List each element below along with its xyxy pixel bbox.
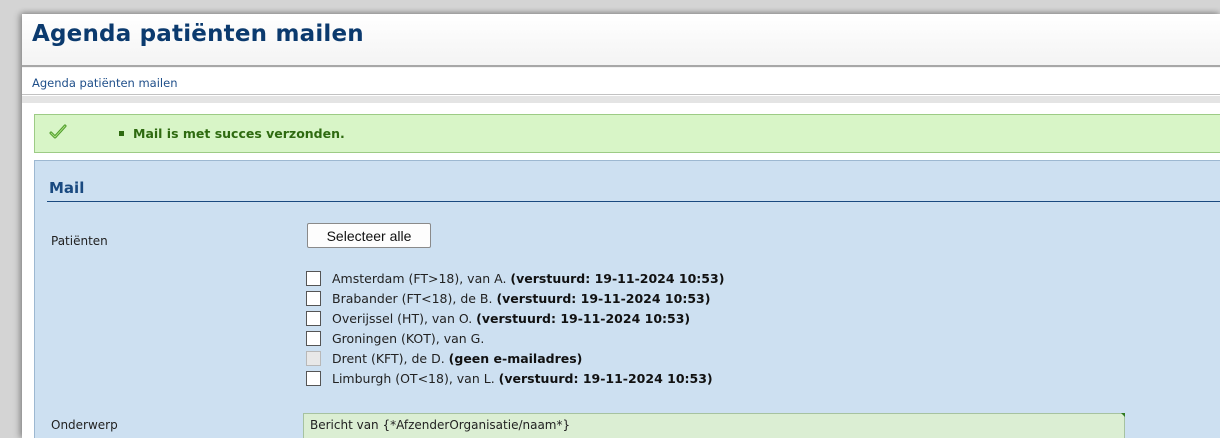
field-corner-marker (1121, 413, 1125, 417)
patient-status: (verstuurd: 19-11-2024 10:53) (498, 370, 713, 386)
patient-status: (geen e-mailadres) (448, 350, 583, 366)
patient-checkbox[interactable] (306, 310, 321, 326)
title-divider (22, 65, 1220, 67)
success-text: Mail is met succes verzonden. (133, 126, 345, 141)
checkmark-icon (49, 124, 67, 139)
patient-row[interactable]: Limburgh (OT<18), van L. (verstuurd: 19-… (306, 368, 724, 388)
patients-list: Amsterdam (FT>18), van A. (verstuurd: 19… (306, 268, 724, 388)
patient-row: Drent (KFT), de D. (geen e-mailadres) (306, 348, 724, 368)
patient-checkbox[interactable] (306, 270, 321, 286)
select-all-button[interactable]: Selecteer alle (307, 223, 431, 248)
patient-name: Limburgh (OT<18), van L. (332, 370, 499, 386)
title-bar: Agenda patiënten mailen (22, 14, 1220, 68)
breadcrumb-link[interactable]: Agenda patiënten mailen (32, 76, 177, 90)
page-title: Agenda patiënten mailen (32, 21, 364, 47)
patient-row[interactable]: Brabander (FT<18), de B. (verstuurd: 19-… (306, 288, 724, 308)
divider (22, 96, 1220, 103)
mail-form: Mail Patiënten Selecteer alle Amsterdam … (34, 160, 1220, 438)
patient-checkbox[interactable] (306, 330, 321, 346)
app-window: Agenda patiënten mailen Agenda patiënten… (22, 14, 1220, 438)
patient-status: (verstuurd: 19-11-2024 10:53) (476, 310, 691, 326)
section-heading: Mail (49, 179, 85, 197)
patient-name: Overijssel (HT), van O. (332, 310, 477, 326)
subject-input[interactable]: Bericht van {*AfzenderOrganisatie/naam*} (303, 413, 1125, 438)
subject-label: Onderwerp (51, 418, 118, 432)
patient-name: Brabander (FT<18), de B. (332, 290, 497, 306)
success-message: Mail is met succes verzonden. (34, 114, 1220, 153)
patient-row[interactable]: Amsterdam (FT>18), van A. (verstuurd: 19… (306, 268, 724, 288)
section-divider (47, 201, 1220, 202)
patient-name: Groningen (KOT), van G. (332, 330, 485, 346)
patient-row[interactable]: Groningen (KOT), van G. (306, 328, 724, 348)
breadcrumb: Agenda patiënten mailen (22, 72, 1220, 95)
patient-checkbox[interactable] (306, 290, 321, 306)
patient-name: Amsterdam (FT>18), van A. (332, 270, 511, 286)
patients-label: Patiënten (51, 234, 108, 248)
patient-checkbox[interactable] (306, 370, 321, 386)
patient-status: (verstuurd: 19-11-2024 10:53) (510, 270, 725, 286)
bullet-icon (119, 131, 124, 136)
patient-checkbox-disabled (306, 350, 321, 366)
patient-row[interactable]: Overijssel (HT), van O. (verstuurd: 19-1… (306, 308, 724, 328)
patient-name: Drent (KFT), de D. (332, 350, 449, 366)
patient-status: (verstuurd: 19-11-2024 10:53) (496, 290, 711, 306)
